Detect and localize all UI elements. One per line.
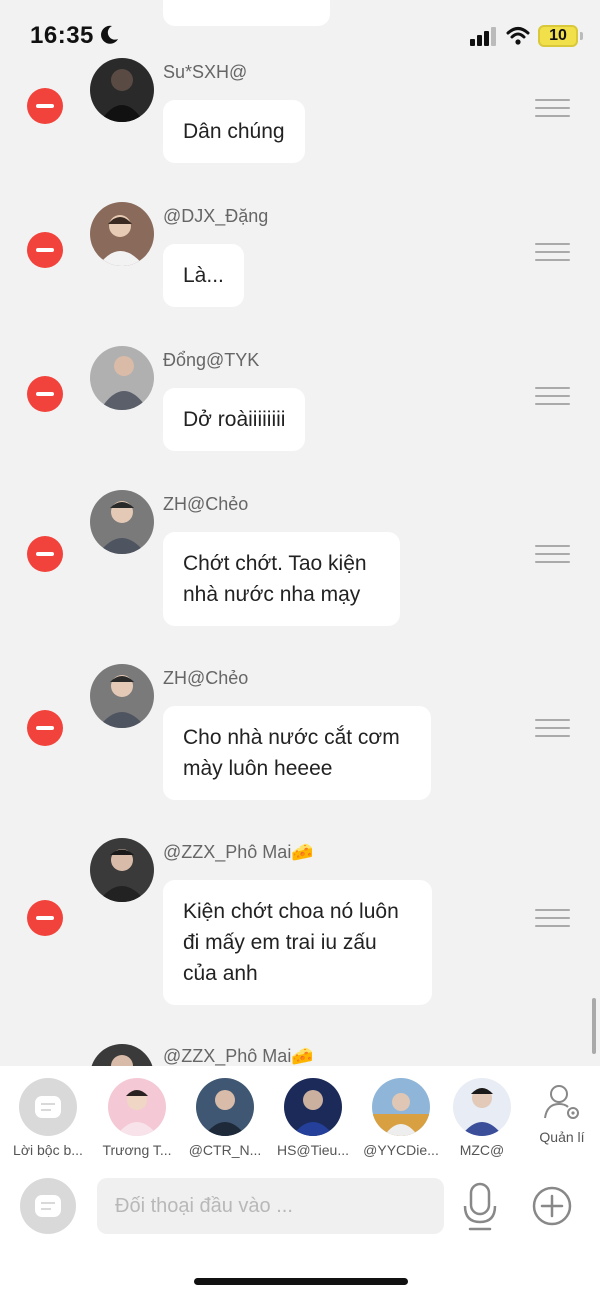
drag-handle-icon[interactable] bbox=[535, 545, 570, 563]
sender-name: @ZZX_Phô Mai🧀 bbox=[163, 1046, 314, 1066]
moon-icon bbox=[101, 25, 118, 44]
wifi-icon bbox=[506, 27, 530, 45]
shortcut-item[interactable]: MZC@ bbox=[444, 1078, 520, 1158]
message-row: @DJX_Đặng Là... bbox=[0, 202, 600, 322]
sender-name: ZH@Chẻo bbox=[163, 494, 249, 514]
shortcut-label: MZC@ bbox=[459, 1142, 505, 1158]
avatar bbox=[108, 1078, 166, 1136]
drag-handle-icon[interactable] bbox=[535, 243, 570, 261]
message-bubble[interactable]: Kiện chớt choa nó luôn đi mấy em trai iu… bbox=[163, 880, 432, 1005]
bottom-panel: Lời bộc b... Trương T... @CTR_N... HS@Ti… bbox=[0, 1066, 600, 1299]
signal-icon bbox=[470, 27, 496, 46]
remove-button[interactable] bbox=[27, 376, 63, 412]
avatar bbox=[372, 1078, 430, 1136]
avatar[interactable] bbox=[90, 346, 154, 410]
shortcut-item[interactable]: Trương T... bbox=[92, 1078, 182, 1158]
remove-button[interactable] bbox=[27, 232, 63, 268]
status-time: 16:35 bbox=[30, 22, 94, 49]
message-bubble[interactable]: Dân chúng bbox=[163, 100, 305, 163]
user-settings-icon bbox=[544, 1085, 579, 1119]
message-row: Đổng@TYK Dở roàiiiiiiii bbox=[0, 346, 600, 466]
message-row: Su*SXH@ Dân chúng bbox=[0, 58, 600, 178]
avatar[interactable] bbox=[90, 838, 154, 902]
message-bubble[interactable]: Cho nhà nước cắt cơm mày luôn heeee bbox=[163, 706, 431, 800]
message-icon bbox=[19, 1078, 77, 1136]
shortcut-item[interactable]: @CTR_N... bbox=[180, 1078, 270, 1158]
sender-name: ZH@Chẻo bbox=[163, 668, 249, 688]
avatar[interactable] bbox=[90, 202, 154, 266]
sender-name: @ZZX_Phô Mai🧀 bbox=[163, 842, 314, 862]
input-row bbox=[0, 1176, 600, 1236]
message-type-button[interactable] bbox=[20, 1178, 76, 1234]
avatar[interactable] bbox=[90, 664, 154, 728]
remove-button[interactable] bbox=[27, 536, 63, 572]
manage-button[interactable]: Quản lí bbox=[530, 1082, 594, 1145]
avatar bbox=[196, 1078, 254, 1136]
sender-name: Đổng@TYK bbox=[163, 350, 260, 370]
avatar bbox=[284, 1078, 342, 1136]
remove-button[interactable] bbox=[27, 88, 63, 124]
shortcut-label: HS@Tieu... bbox=[276, 1142, 350, 1158]
shortcut-label: @YYCDie... bbox=[363, 1142, 439, 1158]
battery-tip bbox=[580, 32, 583, 40]
status-bar: 16:35 10 bbox=[0, 0, 600, 72]
message-bubble[interactable]: Là... bbox=[163, 244, 244, 307]
plus-icon[interactable] bbox=[532, 1186, 572, 1226]
battery-indicator: 10 bbox=[538, 25, 578, 47]
remove-button[interactable] bbox=[27, 900, 63, 936]
home-indicator[interactable] bbox=[194, 1278, 408, 1285]
drag-handle-icon[interactable] bbox=[535, 909, 570, 927]
avatar[interactable] bbox=[90, 490, 154, 554]
shortcut-label: @CTR_N... bbox=[188, 1142, 262, 1158]
avatar bbox=[453, 1078, 511, 1136]
message-row: @ZZX_Phô Mai🧀 Kiện chớt choa nó luôn đi … bbox=[0, 838, 600, 1018]
microphone-icon[interactable] bbox=[462, 1182, 498, 1232]
shortcut-item[interactable]: Lời bộc b... bbox=[3, 1078, 93, 1158]
shortcut-item[interactable]: @YYCDie... bbox=[356, 1078, 446, 1158]
drag-handle-icon[interactable] bbox=[535, 719, 570, 737]
message-input[interactable] bbox=[97, 1178, 444, 1234]
manage-label: Quản lí bbox=[539, 1129, 585, 1145]
drag-handle-icon[interactable] bbox=[535, 387, 570, 405]
drag-handle-icon[interactable] bbox=[535, 99, 570, 117]
shortcut-label: Trương T... bbox=[102, 1142, 172, 1158]
message-row: ZH@Chẻo Chớt chớt. Tao kiện nhà nước nha… bbox=[0, 490, 600, 640]
scrollbar[interactable] bbox=[592, 998, 596, 1054]
message-row: ZH@Chẻo Cho nhà nước cắt cơm mày luôn he… bbox=[0, 664, 600, 814]
message-bubble[interactable]: Chớt chớt. Tao kiện nhà nước nha mạy bbox=[163, 532, 400, 626]
message-bubble[interactable]: Dở roàiiiiiiii bbox=[163, 388, 306, 451]
shortcut-label: Lời bộc b... bbox=[13, 1142, 83, 1158]
remove-button[interactable] bbox=[27, 710, 63, 746]
screen: 16:35 10 Su*SXH@ Dân chúng @DJX_Đặng Là.… bbox=[0, 0, 600, 1299]
sender-name: @DJX_Đặng bbox=[163, 206, 269, 226]
shortcut-item[interactable]: HS@Tieu... bbox=[268, 1078, 358, 1158]
